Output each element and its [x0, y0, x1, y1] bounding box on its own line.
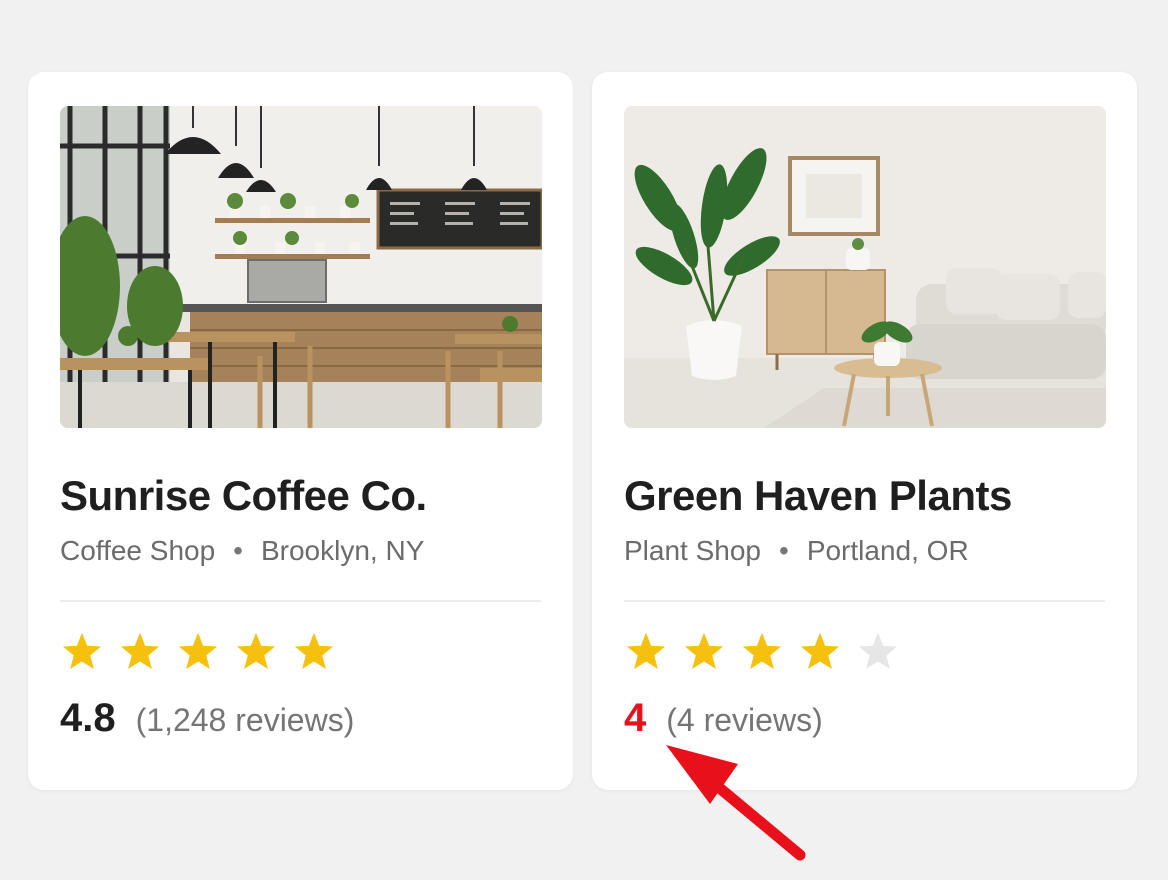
star-empty-icon [858, 632, 898, 670]
star-filled-icon [178, 632, 218, 670]
review-count[interactable]: (1,248 reviews) [136, 702, 355, 739]
star-rating [60, 630, 336, 674]
business-name[interactable]: Green Haven Plants [624, 472, 1012, 520]
star-filled-icon [626, 632, 666, 670]
business-card-green-haven[interactable]: Green Haven Plants Plant Shop • Portland, … [592, 72, 1137, 790]
business-name[interactable]: Sunrise Coffee Co. [60, 472, 427, 520]
star-filled-icon [684, 632, 724, 670]
star-filled-icon [62, 632, 102, 670]
review-count[interactable]: (4 reviews) [666, 702, 822, 739]
business-category: Plant Shop [624, 535, 761, 566]
cafe-illustration [60, 106, 542, 428]
separator-dot: • [779, 535, 789, 566]
business-category: Coffee Shop [60, 535, 216, 566]
star-filled-icon [236, 632, 276, 670]
star-rating [624, 630, 900, 674]
rating-score: 4 [624, 696, 647, 740]
star-filled-icon [120, 632, 160, 670]
star-filled-icon [294, 632, 334, 670]
divider [60, 600, 541, 602]
business-location: Portland, OR [806, 535, 969, 566]
cafe-photo[interactable] [60, 106, 542, 428]
rating-score: 4.8 [60, 696, 116, 740]
business-card-sunrise-coffee[interactable]: Sunrise Coffee Co. Coffee Shop • Brooklyn,… [28, 72, 573, 790]
rating-summary: 4.8 (1,248 reviews) [60, 696, 354, 741]
business-meta: Coffee Shop • Brooklyn, NY [60, 535, 424, 567]
divider [624, 600, 1105, 602]
rating-summary: 4 (4 reviews) [624, 696, 823, 741]
star-filled-icon [800, 632, 840, 670]
separator-dot: • [233, 535, 243, 566]
business-meta: Plant Shop • Portland, OR [624, 535, 969, 567]
plant-shop-photo[interactable] [624, 106, 1106, 428]
business-location: Brooklyn, NY [260, 535, 425, 566]
plant-room-illustration [624, 106, 1106, 428]
star-filled-icon [742, 632, 782, 670]
